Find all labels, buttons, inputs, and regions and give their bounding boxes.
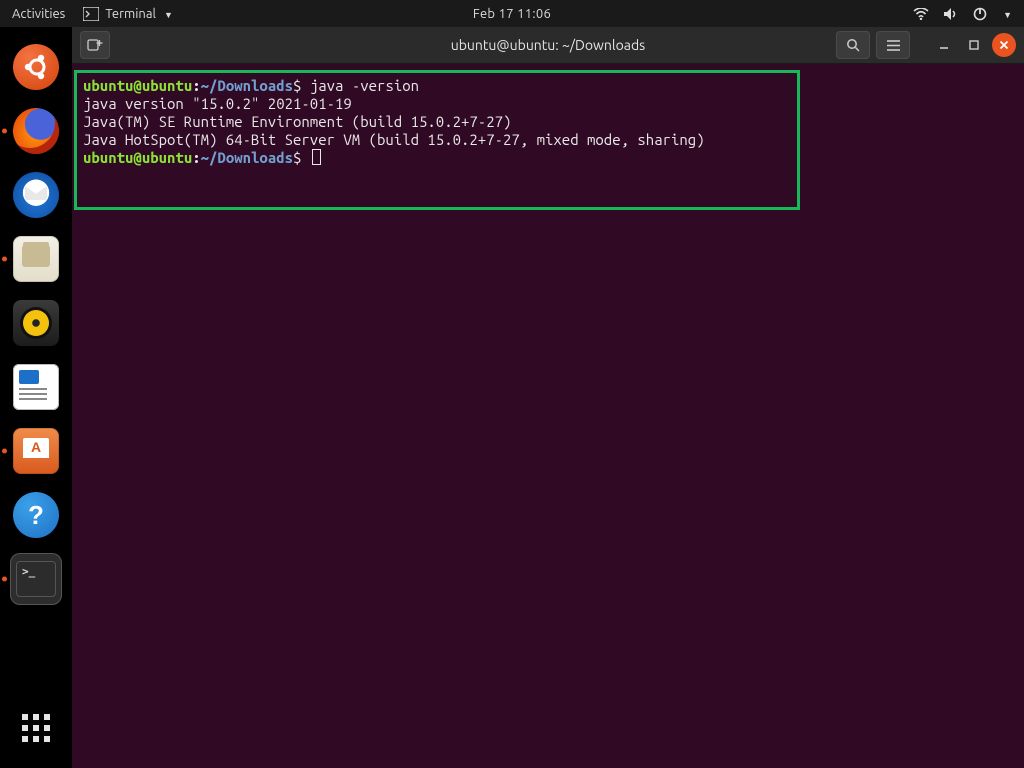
search-icon [846, 38, 861, 53]
activities-button[interactable]: Activities [12, 7, 65, 21]
terminal-window: ubuntu@ubuntu: ~/Downloads ubuntu@ubuntu… [72, 27, 1024, 768]
prompt-path: ~/Downloads [201, 77, 293, 94]
thunderbird-icon [13, 172, 59, 218]
libreoffice-writer-icon [13, 364, 59, 410]
minimize-icon [938, 39, 950, 51]
window-maximize-button[interactable] [962, 33, 986, 57]
terminal-output-line: java version "15.0.2" 2021-01-19 [83, 95, 791, 113]
ubuntu-icon [13, 44, 59, 90]
search-button[interactable] [836, 31, 870, 59]
window-title: ubuntu@ubuntu: ~/Downloads [451, 37, 646, 53]
apps-grid-icon [22, 714, 50, 742]
highlight-box: ubuntu@ubuntu:~/Downloads$ java -version… [74, 70, 800, 210]
dock-item-files[interactable] [10, 233, 62, 285]
volume-icon [943, 7, 959, 21]
terminal-output-line: Java HotSpot(TM) 64-Bit Server VM (build… [83, 131, 791, 149]
files-icon [13, 236, 59, 282]
prompt-user: ubuntu [83, 77, 133, 94]
rhythmbox-icon [13, 300, 59, 346]
help-icon: ? [13, 492, 59, 538]
chevron-down-icon: ▼ [1003, 10, 1012, 20]
terminal-icon [83, 7, 99, 21]
prompt-host: ubuntu [142, 77, 192, 94]
dock: ? [0, 27, 72, 768]
dock-item-software[interactable] [10, 425, 62, 477]
new-tab-icon [87, 38, 103, 52]
terminal-line: ubuntu@ubuntu:~/Downloads$ java -version [83, 77, 791, 95]
firefox-icon [13, 108, 59, 154]
hamburger-icon [886, 39, 901, 52]
power-icon [973, 7, 987, 21]
terminal-viewport[interactable]: ubuntu@ubuntu:~/Downloads$ java -version… [72, 64, 1024, 768]
dock-item-writer[interactable] [10, 361, 62, 413]
close-icon [998, 39, 1010, 51]
software-center-icon [13, 428, 59, 474]
dock-item-rhythmbox[interactable] [10, 297, 62, 349]
chevron-down-icon: ▼ [164, 10, 173, 20]
gnome-top-panel: Activities Terminal ▼ Feb 17 11:06 ▼ [0, 0, 1024, 27]
terminal-icon [16, 561, 56, 597]
command-text: java -version [310, 77, 419, 94]
clock[interactable]: Feb 17 11:06 [473, 7, 551, 21]
menu-button[interactable] [876, 31, 910, 59]
dock-item-firefox[interactable] [10, 105, 62, 157]
wifi-icon [913, 8, 929, 20]
terminal-output-line: Java(TM) SE Runtime Environment (build 1… [83, 113, 791, 131]
window-titlebar[interactable]: ubuntu@ubuntu: ~/Downloads [72, 27, 1024, 64]
dock-item-ubuntu[interactable] [10, 41, 62, 93]
show-applications-button[interactable] [10, 702, 62, 754]
maximize-icon [968, 39, 980, 51]
system-status-area[interactable]: ▼ [913, 7, 1024, 21]
new-tab-button[interactable] [80, 31, 110, 59]
terminal-cursor [312, 149, 321, 165]
dock-item-thunderbird[interactable] [10, 169, 62, 221]
terminal-line: ubuntu@ubuntu:~/Downloads$ [83, 149, 791, 167]
app-menu-label: Terminal [105, 7, 156, 21]
window-close-button[interactable] [992, 33, 1016, 57]
dock-item-help[interactable]: ? [10, 489, 62, 541]
window-minimize-button[interactable] [932, 33, 956, 57]
app-menu[interactable]: Terminal ▼ [83, 7, 173, 21]
dock-item-terminal[interactable] [10, 553, 62, 605]
